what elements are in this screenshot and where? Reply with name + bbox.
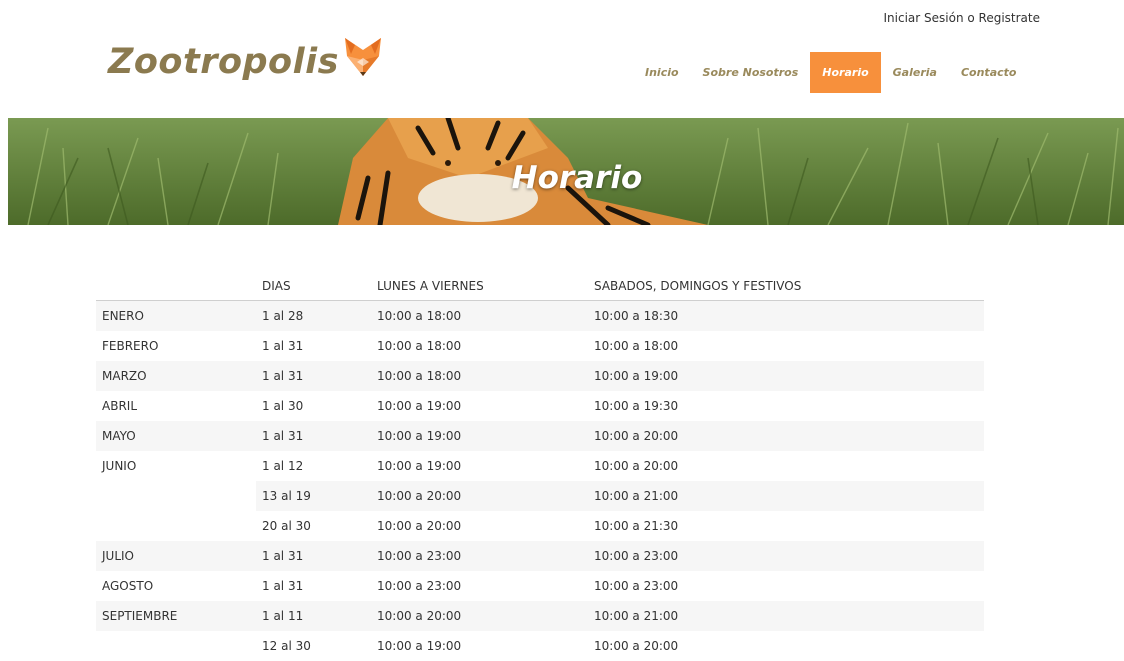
weekday-hours-cell: 10:00 a 18:00 [371, 300, 588, 331]
table-row: FEBRERO 1 al 31 10:00 a 18:00 10:00 a 18:00 [96, 331, 984, 361]
table-row: 13 al 19 10:00 a 20:00 10:00 a 21:00 [96, 481, 984, 511]
month-cell: FEBRERO [102, 339, 159, 353]
weekend-hours-cell: 10:00 a 21:30 [594, 519, 679, 533]
month-cell [96, 481, 256, 511]
table-row: JUNIO 1 al 12 10:00 a 19:00 10:00 a 20:00 [96, 451, 984, 481]
login-register-link[interactable]: Iniciar Sesión o Registrate [884, 11, 1040, 25]
login-register-link-container: Iniciar Sesión o Registrate [884, 11, 1040, 25]
header-weekdays: LUNES A VIERNES [371, 272, 588, 301]
month-cell: ABRIL [102, 399, 138, 413]
weekend-hours-cell: 10:00 a 20:00 [594, 459, 679, 473]
weekend-hours-cell: 10:00 a 19:00 [588, 361, 984, 391]
month-cell: MAYO [96, 421, 256, 451]
table-row: ENERO 1 al 28 10:00 a 18:00 10:00 a 18:30 [96, 300, 984, 331]
weekday-hours-cell: 10:00 a 18:00 [377, 339, 462, 353]
schedule-table: DIAS LUNES A VIERNES SABADOS, DOMINGOS Y… [96, 272, 984, 661]
days-cell: 20 al 30 [262, 519, 311, 533]
main-nav: Inicio Sobre Nosotros Horario Galeria Co… [633, 52, 1028, 93]
header-month [96, 272, 256, 301]
table-row: ABRIL 1 al 30 10:00 a 19:00 10:00 a 19:30 [96, 391, 984, 421]
days-cell: 12 al 30 [262, 639, 311, 653]
weekend-hours-cell: 10:00 a 19:30 [594, 399, 679, 413]
hero-banner: Horario [8, 118, 1124, 225]
month-cell: ENERO [96, 300, 256, 331]
banner-title: Horario [511, 160, 643, 196]
nav-inicio[interactable]: Inicio [633, 52, 691, 93]
days-cell: 1 al 31 [262, 579, 304, 593]
weekday-hours-cell: 10:00 a 19:00 [377, 399, 462, 413]
table-row: MARZO 1 al 31 10:00 a 18:00 10:00 a 19:00 [96, 361, 984, 391]
days-cell: 1 al 31 [256, 421, 371, 451]
nav-contacto[interactable]: Contacto [949, 52, 1028, 93]
month-cell [96, 511, 256, 541]
month-cell: AGOSTO [102, 579, 154, 593]
days-cell: 1 al 11 [256, 601, 371, 631]
weekend-hours-cell: 10:00 a 21:00 [588, 481, 984, 511]
weekend-hours-cell: 10:00 a 20:00 [594, 639, 679, 653]
days-cell: 1 al 28 [256, 300, 371, 331]
nav-galeria[interactable]: Galeria [881, 52, 949, 93]
weekday-hours-cell: 10:00 a 23:00 [377, 579, 462, 593]
weekend-hours-cell: 10:00 a 18:00 [594, 339, 679, 353]
table-row: AGOSTO 1 al 31 10:00 a 23:00 10:00 a 23:00 [96, 571, 984, 601]
weekday-hours-cell: 10:00 a 20:00 [371, 481, 588, 511]
days-cell: 1 al 12 [262, 459, 304, 473]
month-cell: SEPTIEMBRE [96, 601, 256, 631]
header-weekends: SABADOS, DOMINGOS Y FESTIVOS [588, 272, 984, 301]
nav-horario[interactable]: Horario [810, 52, 881, 93]
weekend-hours-cell: 10:00 a 18:30 [588, 300, 984, 331]
days-cell: 1 al 31 [256, 361, 371, 391]
weekday-hours-cell: 10:00 a 20:00 [371, 601, 588, 631]
weekend-hours-cell: 10:00 a 23:00 [588, 541, 984, 571]
weekend-hours-cell: 10:00 a 23:00 [594, 579, 679, 593]
site-logo[interactable]: Zootropolis [108, 38, 383, 82]
logo-text: Zootropolis [108, 42, 339, 82]
weekend-hours-cell: 10:00 a 21:00 [588, 601, 984, 631]
month-cell: MARZO [96, 361, 256, 391]
table-row: 20 al 30 10:00 a 20:00 10:00 a 21:30 [96, 511, 984, 541]
days-cell: 13 al 19 [256, 481, 371, 511]
table-row: 12 al 30 10:00 a 19:00 10:00 a 20:00 [96, 631, 984, 661]
weekday-hours-cell: 10:00 a 23:00 [371, 541, 588, 571]
table-row: JULIO 1 al 31 10:00 a 23:00 10:00 a 23:00 [96, 541, 984, 571]
weekday-hours-cell: 10:00 a 19:00 [377, 639, 462, 653]
header-dias: DIAS [256, 272, 371, 301]
weekday-hours-cell: 10:00 a 19:00 [371, 421, 588, 451]
days-cell: 1 al 31 [262, 339, 304, 353]
days-cell: 1 al 31 [256, 541, 371, 571]
weekday-hours-cell: 10:00 a 19:00 [377, 459, 462, 473]
weekday-hours-cell: 10:00 a 20:00 [377, 519, 462, 533]
days-cell: 1 al 30 [262, 399, 304, 413]
fox-icon [343, 36, 383, 82]
month-cell [96, 631, 256, 661]
weekday-hours-cell: 10:00 a 18:00 [371, 361, 588, 391]
weekend-hours-cell: 10:00 a 20:00 [588, 421, 984, 451]
nav-sobre-nosotros[interactable]: Sobre Nosotros [691, 52, 811, 93]
month-cell: JUNIO [102, 459, 137, 473]
table-row: MAYO 1 al 31 10:00 a 19:00 10:00 a 20:00 [96, 421, 984, 451]
table-row: SEPTIEMBRE 1 al 11 10:00 a 20:00 10:00 a 21… [96, 601, 984, 631]
table-header-row: DIAS LUNES A VIERNES SABADOS, DOMINGOS Y… [96, 272, 984, 301]
month-cell: JULIO [96, 541, 256, 571]
